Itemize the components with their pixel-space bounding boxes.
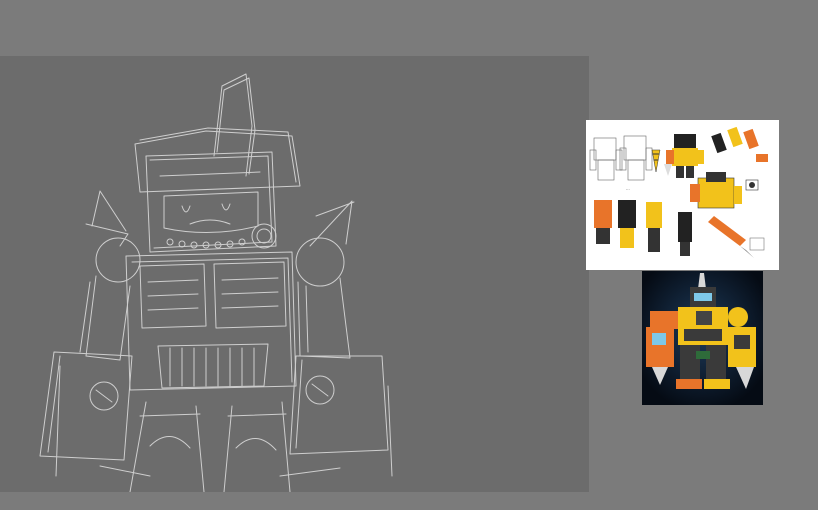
reference-concept-sheet[interactable]: ... — [586, 120, 779, 270]
sketch-chest-right — [213, 261, 287, 329]
sketch-left-shoulder — [95, 237, 141, 283]
reference-render-image[interactable] — [642, 271, 763, 405]
sketch-ear — [251, 223, 277, 249]
sketch-left-arm — [85, 275, 131, 361]
sketch-helmet-top — [134, 130, 301, 193]
sketch-torso — [125, 251, 297, 391]
reference-render-art — [642, 271, 763, 405]
sketch-left-spike — [91, 190, 127, 232]
sketch-head — [145, 151, 277, 253]
sketch-layer — [39, 73, 393, 492]
svg-text:...: ... — [626, 186, 630, 191]
drawing-canvas[interactable] — [0, 56, 589, 492]
reference-sheet-art: ... — [589, 126, 768, 258]
sketch-right-spike — [309, 200, 353, 247]
sketch-grill — [157, 343, 269, 389]
sketch-right-shoulder — [295, 237, 345, 287]
sketch-right-forearm — [289, 355, 389, 455]
sketch-visor — [163, 191, 259, 233]
